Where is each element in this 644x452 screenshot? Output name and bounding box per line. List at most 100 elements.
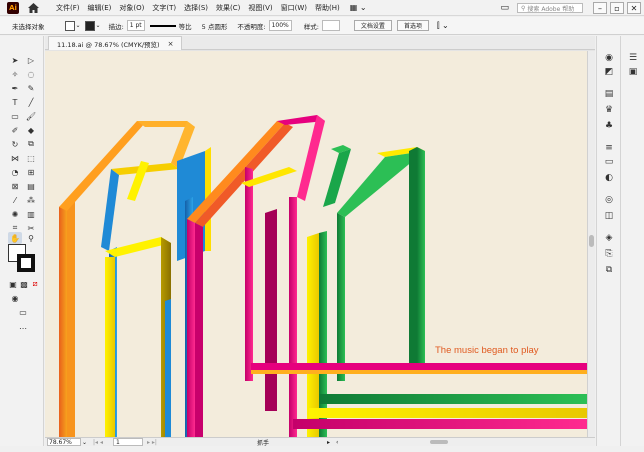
type-tool-icon[interactable]: T: [8, 96, 22, 108]
fill-dropdown-icon[interactable]: ⌄: [76, 22, 81, 29]
menu-view[interactable]: 视图(V): [244, 3, 276, 13]
vertical-scrollbar[interactable]: [587, 51, 595, 437]
free-transform-icon[interactable]: ⬚: [24, 152, 38, 164]
preferences-button[interactable]: 首选项: [396, 20, 429, 31]
direct-selection-tool-icon[interactable]: ▷: [24, 54, 38, 66]
lasso-icon[interactable]: ◌: [24, 68, 38, 80]
y-left-diag: [323, 149, 351, 207]
document-tab-bar: 11.18.ai @ 78.67% (CMYK/预览) ×: [45, 36, 595, 50]
zoom-tool-icon[interactable]: ⚲: [24, 232, 38, 244]
color-guide-icon[interactable]: ◎: [603, 194, 615, 206]
l-left-stem: [105, 257, 115, 437]
status-tool-name: 抓手: [256, 439, 269, 447]
minimize-button[interactable]: –: [593, 2, 607, 14]
opacity-label: 不透明度:: [237, 22, 266, 31]
menu-effect[interactable]: 效果(C): [212, 3, 244, 13]
style-dropdown[interactable]: [321, 20, 340, 31]
layers-icon[interactable]: ◈: [603, 232, 615, 244]
horizontal-scroll-thumb[interactable]: [430, 440, 448, 444]
document-setup-button[interactable]: 文档设置: [353, 20, 392, 31]
selection-tool-icon[interactable]: ➤: [8, 54, 22, 66]
properties-icon[interactable]: ☰: [627, 52, 639, 64]
pen-tool-icon[interactable]: ✒: [8, 82, 22, 94]
maximize-button[interactable]: ▫: [610, 2, 624, 14]
a-left-stem2: [195, 223, 203, 437]
document-tab[interactable]: 11.18.ai @ 78.67% (CMYK/预览) ×: [48, 36, 183, 50]
curvature-tool-icon[interactable]: ✎: [24, 82, 38, 94]
eyedropper-icon[interactable]: ⁄: [8, 194, 22, 206]
mesh-tool-icon[interactable]: ⊠: [8, 180, 22, 192]
artwork-caption: The music began to play: [435, 345, 539, 356]
draw-mode-icon[interactable]: ◉: [8, 292, 22, 304]
eraser-icon[interactable]: ◆: [24, 124, 38, 136]
stroke-profile[interactable]: 等比: [179, 21, 192, 31]
symbols-icon[interactable]: ♛: [603, 104, 615, 116]
graphic-styles-icon[interactable]: ◩: [603, 66, 615, 78]
next-artboard-icon[interactable]: ▸ ▸|: [147, 439, 157, 446]
brushes-icon[interactable]: ♣: [603, 120, 615, 132]
menu-select[interactable]: 选择(S): [180, 3, 212, 13]
artboard-number-field[interactable]: 1: [112, 438, 143, 446]
shape-builder-icon[interactable]: ◔: [8, 166, 22, 178]
artboard-canvas[interactable]: The music began to play: [45, 51, 587, 437]
menu-file[interactable]: 文件(F): [52, 3, 84, 13]
symbol-sprayer-icon[interactable]: ✺: [8, 208, 22, 220]
menu-object[interactable]: 对象(O): [115, 3, 148, 13]
arrange-documents-icon[interactable]: ▦ ⌄: [350, 3, 367, 12]
scale-tool-icon[interactable]: ⧉: [24, 138, 38, 150]
tab-close-icon[interactable]: ×: [168, 40, 174, 48]
image-trace-icon[interactable]: ◫: [603, 210, 615, 222]
screen-mode-icon[interactable]: ▭: [16, 306, 30, 318]
shaper-tool-icon[interactable]: ✐: [8, 124, 22, 136]
vertical-scroll-thumb[interactable]: [589, 235, 594, 247]
menu-type[interactable]: 文字(T): [148, 3, 180, 13]
perspective-grid-icon[interactable]: ⊞: [24, 166, 38, 178]
menu-edit[interactable]: 编辑(E): [84, 3, 116, 13]
home-icon[interactable]: [26, 2, 40, 14]
panel-toggle-icon[interactable]: ▭: [500, 3, 509, 13]
rotate-tool-icon[interactable]: ↻: [8, 138, 22, 150]
artboards-icon[interactable]: ⧉: [603, 264, 615, 276]
export-icon[interactable]: ⎘: [603, 248, 615, 260]
swatches-icon[interactable]: ▣: [627, 66, 639, 78]
zoom-dropdown-icon[interactable]: ⌄: [82, 439, 87, 446]
hand-tool-icon[interactable]: ✋: [8, 232, 22, 244]
stroke-panel-icon[interactable]: ≡: [603, 142, 615, 154]
first-artboard-icon[interactable]: |◂ ◂: [93, 439, 103, 446]
a-inner-stem: [265, 209, 277, 411]
y-right-stem: [417, 147, 425, 371]
gradient-panel-icon[interactable]: ▭: [603, 156, 615, 168]
opacity-field[interactable]: 100%: [268, 20, 292, 31]
stroke-color-swatch[interactable]: [84, 20, 95, 31]
stroke-dropdown-icon[interactable]: ⌄: [96, 22, 101, 29]
menu-window[interactable]: 窗口(W): [277, 3, 311, 13]
zoom-field[interactable]: 78.67%: [47, 438, 81, 446]
gradient-tool-icon[interactable]: ▤: [24, 180, 38, 192]
close-button[interactable]: ✕: [627, 2, 641, 14]
more-tools-icon[interactable]: ⋯: [16, 322, 30, 334]
column-graph-icon[interactable]: ▥: [24, 208, 38, 220]
line-tool-icon[interactable]: ╱: [24, 96, 38, 108]
stroke-color-box[interactable]: [17, 254, 35, 272]
libraries-icon[interactable]: ▤: [603, 88, 615, 100]
none-mode-icon[interactable]: ⧄: [28, 278, 42, 290]
transparency-icon[interactable]: ◐: [603, 172, 615, 184]
brush-definition[interactable]: 5 点圆形: [202, 21, 228, 31]
y-right-stem-dark: [409, 147, 417, 371]
rectangle-tool-icon[interactable]: ▭: [8, 110, 22, 122]
magic-wand-icon[interactable]: ✧: [8, 68, 22, 80]
status-arrow-icon[interactable]: ▸: [327, 439, 330, 446]
selection-status: 未选择对象: [12, 22, 45, 31]
y-yellow-stem: [307, 233, 319, 437]
paintbrush-icon[interactable]: 🖌: [24, 110, 38, 122]
menu-help[interactable]: 帮助(H): [311, 3, 344, 13]
y-green-stem-a: [319, 231, 327, 437]
blend-tool-icon[interactable]: ⁂: [24, 194, 38, 206]
align-icon[interactable]: ⫿ ⌄: [437, 21, 449, 31]
width-tool-icon[interactable]: ⋈: [8, 152, 22, 164]
fill-color-swatch[interactable]: [64, 20, 75, 31]
appearance-icon[interactable]: ◉: [603, 52, 615, 64]
scroll-left-icon[interactable]: ‹: [336, 439, 338, 446]
stroke-weight-field[interactable]: 1 pt: [126, 20, 145, 31]
help-search-input[interactable]: ⚲ 搜索 Adobe 帮助: [517, 3, 583, 13]
